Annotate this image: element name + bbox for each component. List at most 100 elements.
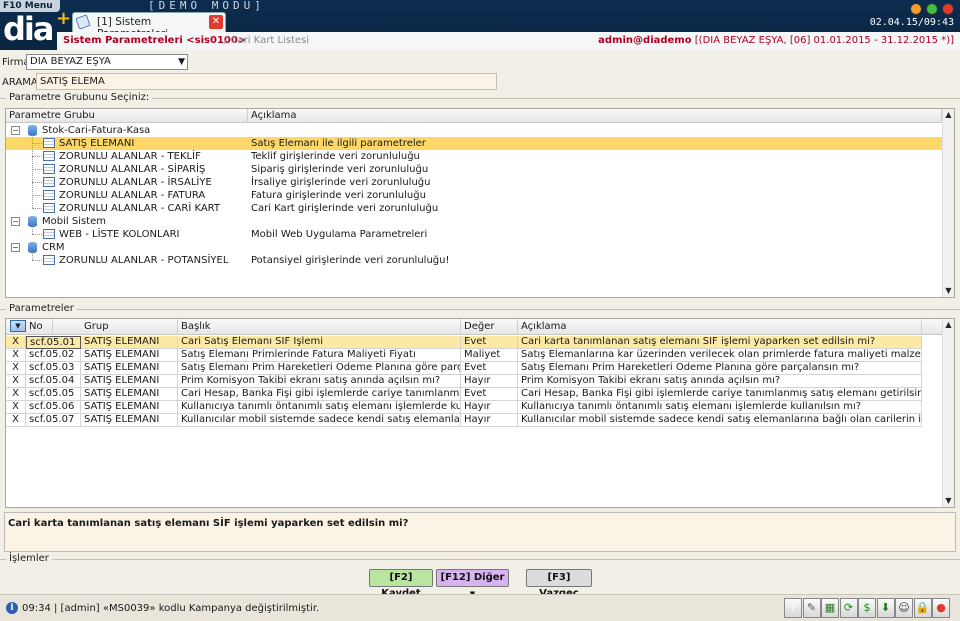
cell-grup: SATIŞ ELEMANI <box>81 362 178 375</box>
tree-group-node[interactable]: − CRM <box>6 241 942 254</box>
cell-aciklama: Cari Hesap, Banka Fişi gibi işlemlerde c… <box>518 388 922 401</box>
params-section: Parametreler <box>0 303 960 314</box>
table-row[interactable]: Xscf.05.01 SATIŞ ELEMANI Cari Satış Eleman… <box>6 336 922 349</box>
params-table: ▼ No Grup Başlık Değer Açıklama Xscf.05.… <box>5 318 955 508</box>
tab-close-icon[interactable]: ✕ <box>209 15 223 29</box>
help-icon[interactable]: ? <box>784 598 802 618</box>
col-header-deger[interactable]: Değer <box>461 319 518 335</box>
cell-grup: SATIŞ ELEMANI <box>81 401 178 414</box>
stop-icon[interactable]: ● <box>932 598 950 618</box>
status-message: 09:34 | [admin] «MS0039» kodlu Kampanya … <box>22 603 320 614</box>
tree-item-node[interactable]: SATIŞ ELEMANI Satış Elemanı ile ilgili pa… <box>6 137 942 150</box>
tree-item-node[interactable]: ZORUNLU ALANLAR - SİPARİŞ Sipariş girişle… <box>6 163 942 176</box>
calculator-icon[interactable]: ▦ <box>821 598 839 618</box>
breadcrumb-previous[interactable]: / Cari Kart Listesi <box>224 35 309 46</box>
tree-group-node[interactable]: − Mobil Sistem <box>6 215 942 228</box>
params-scrollbar[interactable]: ▲ ▼ <box>942 319 954 507</box>
collapse-icon[interactable]: − <box>11 126 20 135</box>
main-content: Firma DIA BEYAZ EŞYA ▼ ARAMA SATIŞ ELEMA… <box>0 50 960 621</box>
scroll-up-icon[interactable]: ▲ <box>943 319 954 331</box>
tree-node-desc: İrsaliye girişlerinde veri zorunluluğu <box>251 177 431 188</box>
user-info: admin@diademo [(DIA BEYAZ EŞYA, [06] 01.… <box>598 35 954 46</box>
tree-group-node[interactable]: − Stok-Cari-Fatura-Kasa <box>6 124 942 137</box>
col-header-desc[interactable]: Açıklama <box>248 109 942 123</box>
save-button[interactable]: [F2] Kaydet <box>369 569 433 599</box>
tree-item-node[interactable]: WEB - LİSTE KOLONLARI Mobil Web Uygulama … <box>6 228 942 241</box>
search-input[interactable]: SATIŞ ELEMA <box>36 73 497 90</box>
cell-x[interactable]: X <box>6 336 26 349</box>
table-row[interactable]: Xscf.05.06 SATIŞ ELEMANI Kullanıcıya tanım… <box>6 401 922 414</box>
cell-aciklama: Prim Komisyon Takibi ekranı satış anında… <box>518 375 922 388</box>
scroll-down-icon[interactable]: ▼ <box>943 285 954 297</box>
download-icon[interactable]: ⬇ <box>876 598 895 618</box>
cell-x[interactable]: X <box>6 375 26 388</box>
scroll-up-icon[interactable]: ▲ <box>943 109 954 121</box>
cell-baslik: Satış Elemanı Prim Hareketleri Ödeme Pla… <box>178 362 461 375</box>
refresh-icon[interactable]: ⟳ <box>839 598 858 618</box>
tree-item-node[interactable]: ZORUNLU ALANLAR - TEKLİF Teklif girişleri… <box>6 150 942 163</box>
minimize-icon[interactable] <box>910 3 922 15</box>
tab-sistem-parametreleri[interactable]: [1] Sistem Parametreleri ✕ <box>72 12 226 40</box>
tree-node-label: Mobil Sistem <box>42 216 106 227</box>
tree-item-node[interactable]: ZORUNLU ALANLAR - CARİ KART Cari Kart gir… <box>6 202 942 215</box>
table-icon <box>43 138 55 148</box>
table-row[interactable]: Xscf.05.04 SATIŞ ELEMANI Prim Komisyon Tak… <box>6 375 922 388</box>
tree-scrollbar[interactable]: ▲ ▼ <box>942 109 954 297</box>
new-tab-plus-icon[interactable]: + <box>56 10 71 28</box>
table-icon <box>43 203 55 213</box>
cancel-button[interactable]: [F3] Vazgeç <box>526 569 592 599</box>
tree-node-desc: Teklif girişlerinde veri zorunluluğu <box>251 151 420 162</box>
cell-x[interactable]: X <box>6 349 26 362</box>
cell-baslik: Kullanıcıya tanımlı öntanımlı satış elem… <box>178 401 461 414</box>
cell-no: scf.05.07 <box>26 414 81 427</box>
other-button[interactable]: [F12] Diğer ▼ <box>436 569 509 598</box>
cell-x[interactable]: X <box>6 388 26 401</box>
cell-grup: SATIŞ ELEMANI <box>81 336 178 349</box>
tree-connector <box>32 260 42 261</box>
lock-icon[interactable]: 🔒 <box>913 598 932 618</box>
tree-connector <box>32 208 42 209</box>
scroll-down-icon[interactable]: ▼ <box>943 495 954 507</box>
table-row[interactable]: Xscf.05.05 SATIŞ ELEMANI Cari Hesap, Banka… <box>6 388 922 401</box>
tree-connector <box>32 169 42 170</box>
params-section-title: Parametreler <box>6 303 77 314</box>
collapse-icon[interactable]: − <box>11 217 20 226</box>
params-header: ▼ No Grup Başlık Değer Açıklama <box>6 319 942 335</box>
collapse-icon[interactable]: − <box>11 243 20 252</box>
param-description: Cari karta tanımlanan satış elemanı SİF … <box>4 512 956 552</box>
col-header-baslik[interactable]: Başlık <box>178 319 461 335</box>
breadcrumb-current[interactable]: Sistem Parametreleri <sis0100> <box>63 35 246 46</box>
cell-deger: Evet <box>461 336 518 349</box>
tree-item-node[interactable]: ZORUNLU ALANLAR - İRSALİYE İrsaliye giriş… <box>6 176 942 189</box>
tree-node-label: Stok-Cari-Fatura-Kasa <box>42 125 151 136</box>
firma-select[interactable]: DIA BEYAZ EŞYA ▼ <box>26 54 188 70</box>
table-row[interactable]: Xscf.05.02 SATIŞ ELEMANI Satış Elemanı Pri… <box>6 349 922 362</box>
col-header-no[interactable]: No <box>26 319 53 335</box>
cell-x[interactable]: X <box>6 414 26 427</box>
currency-icon[interactable]: $ <box>858 598 876 618</box>
other-button-label: [F12] Diğer <box>440 572 505 583</box>
tree-item-node[interactable]: ZORUNLU ALANLAR - POTANSİYEL Potansiyel g… <box>6 254 942 267</box>
tree-connector <box>32 226 33 234</box>
tree-node-label: ZORUNLU ALANLAR - İRSALİYE <box>59 177 212 188</box>
cell-baslik: Kullanıcılar mobil sistemde sadece kendi… <box>178 414 461 427</box>
cell-x[interactable]: X <box>6 362 26 375</box>
tree-node-label: ZORUNLU ALANLAR - FATURA <box>59 190 206 201</box>
col-header-aciklama[interactable]: Açıklama <box>518 319 922 335</box>
smiley-icon[interactable]: ☺ <box>895 598 913 618</box>
maximize-icon[interactable] <box>926 3 938 15</box>
col-header-grup[interactable]: Grup <box>81 319 178 335</box>
cell-x[interactable]: X <box>6 401 26 414</box>
tree-item-node[interactable]: ZORUNLU ALANLAR - FATURA Fatura girişleri… <box>6 189 942 202</box>
close-icon[interactable] <box>942 3 954 15</box>
table-row[interactable]: Xscf.05.03 SATIŞ ELEMANI Satış Elemanı Pri… <box>6 362 922 375</box>
table-row[interactable]: Xscf.05.07 SATIŞ ELEMANI Kullanıcılar mobi… <box>6 414 922 427</box>
tree-connector <box>32 252 33 260</box>
col-header-group[interactable]: Parametre Grubu <box>6 109 248 123</box>
tree-connector <box>32 195 42 196</box>
tree-node-desc: Satış Elemanı ile ilgili parametreler <box>251 138 426 149</box>
cell-deger: Evet <box>461 362 518 375</box>
chevron-down-icon: ▼ <box>178 57 185 67</box>
filter-dropdown-icon[interactable]: ▼ <box>10 320 26 332</box>
tools-icon[interactable]: ✎ <box>802 598 821 618</box>
